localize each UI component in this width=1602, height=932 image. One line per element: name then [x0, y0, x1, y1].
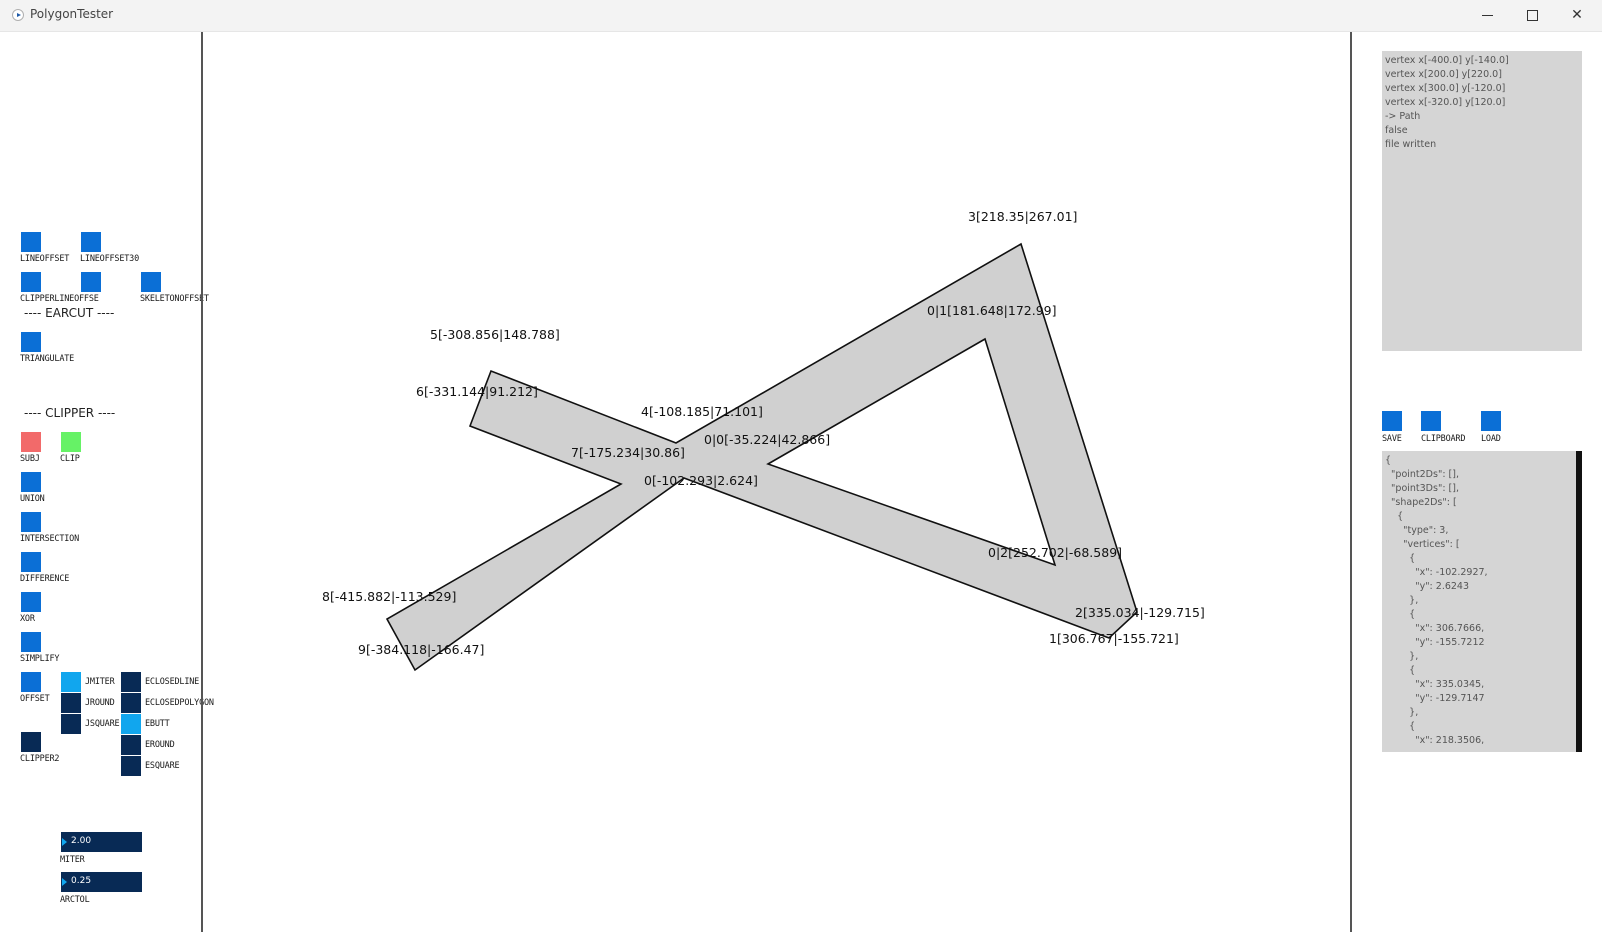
close-icon: ✕	[1571, 7, 1583, 23]
arctol-label: ARCTOL	[60, 895, 90, 905]
minimize-icon	[1481, 14, 1493, 16]
json-scrollbar[interactable]	[1576, 451, 1582, 752]
end-round-label: EROUND	[145, 740, 175, 750]
union-button[interactable]	[21, 472, 41, 492]
join-square-toggle[interactable]	[61, 714, 81, 734]
intersection-button[interactable]	[21, 512, 41, 532]
window-title: PolygonTester	[30, 7, 114, 21]
clip-label: CLIP	[60, 454, 80, 464]
xor-label: XOR	[20, 614, 35, 624]
clipper-line-offset-button[interactable]	[21, 272, 41, 292]
maximize-icon	[1526, 9, 1538, 21]
end-round-toggle[interactable]	[121, 735, 141, 755]
clipboard-button[interactable]	[1421, 411, 1441, 431]
app-icon	[12, 9, 24, 21]
vertex-label: 0|1[181.648|172.99]	[927, 303, 1057, 318]
vertex-label: 5[-308.856|148.788]	[430, 327, 560, 342]
join-miter-label: JMITER	[85, 677, 115, 687]
end-closed-line-toggle[interactable]	[121, 672, 141, 692]
join-square-label: JSQUARE	[85, 719, 120, 729]
difference-button[interactable]	[21, 552, 41, 572]
vertex-label: 3[218.35|267.01]	[968, 209, 1077, 224]
end-closed-line-label: ECLOSEDLINE	[145, 677, 200, 687]
load-label: LOAD	[1481, 434, 1501, 444]
log-line: vertex x[-320.0] y[120.0]	[1385, 97, 1506, 108]
vertex-label: 8[-415.882|-113.529]	[322, 589, 456, 604]
save-button[interactable]	[1382, 411, 1402, 431]
vertex-label: 0|2[252.702|-68.589]	[988, 545, 1122, 560]
log-line: false	[1385, 125, 1408, 136]
right-divider	[1350, 32, 1352, 932]
slider-handle-icon	[62, 878, 67, 886]
vertex-label: 9[-384.118|-166.47]	[358, 642, 484, 657]
clipper-line-offset-button-2[interactable]	[81, 272, 101, 292]
vertex-label: 0|0[-35.224|42.866]	[704, 432, 830, 447]
log-line: vertex x[300.0] y[-120.0]	[1385, 83, 1506, 94]
line-offset30-label: LINEOFFSET30	[80, 254, 140, 264]
xor-button[interactable]	[21, 592, 41, 612]
log-panel: vertex x[-400.0] y[-140.0] vertex x[200.…	[1382, 51, 1582, 351]
triangulate-button[interactable]	[21, 332, 41, 352]
clipper2-button[interactable]	[21, 732, 41, 752]
clipper-section-header: ---- CLIPPER ----	[24, 406, 116, 420]
close-button[interactable]: ✕	[1554, 0, 1600, 31]
triangulate-label: TRIANGULATE	[20, 354, 75, 364]
join-round-toggle[interactable]	[61, 693, 81, 713]
line-offset-button[interactable]	[21, 232, 41, 252]
difference-label: DIFFERENCE	[20, 574, 70, 584]
left-divider	[201, 32, 203, 932]
arctol-slider[interactable]: 0.25	[61, 872, 142, 892]
vertex-label: 2[335.034|-129.715]	[1075, 605, 1205, 620]
end-closed-polygon-toggle[interactable]	[121, 693, 141, 713]
log-line: vertex x[200.0] y[220.0]	[1385, 69, 1502, 80]
log-line: -> Path	[1385, 111, 1421, 122]
load-button[interactable]	[1481, 411, 1501, 431]
json-content: { "point2Ds": [], "point3Ds": [], "shape…	[1385, 455, 1488, 746]
end-square-label: ESQUARE	[145, 761, 180, 771]
earcut-section-header: ---- EARCUT ----	[24, 306, 115, 320]
skeleton-offset-button[interactable]	[141, 272, 161, 292]
join-round-label: JROUND	[85, 698, 115, 708]
end-butt-toggle[interactable]	[121, 714, 141, 734]
simplify-label: SIMPLIFY	[20, 654, 60, 664]
slider-handle-icon	[62, 838, 67, 846]
log-line: vertex x[-400.0] y[-140.0]	[1385, 55, 1509, 66]
line-offset30-button[interactable]	[81, 232, 101, 252]
miter-label: MITER	[60, 855, 85, 865]
clip-button[interactable]	[61, 432, 81, 452]
json-text-area[interactable]: { "point2Ds": [], "point3Ds": [], "shape…	[1382, 451, 1582, 752]
offset-label: OFFSET	[20, 694, 50, 704]
title-bar: PolygonTester ✕	[0, 0, 1602, 32]
vertex-label: 4[-108.185|71.101]	[641, 404, 763, 419]
clipper-line-offset-label: CLIPPERLINEOFFSE	[20, 294, 99, 304]
end-square-toggle[interactable]	[121, 756, 141, 776]
clipboard-label: CLIPBOARD	[1421, 434, 1466, 444]
minimize-button[interactable]	[1464, 0, 1510, 31]
subject-button[interactable]	[21, 432, 41, 452]
miter-slider-value: 2.00	[71, 836, 92, 846]
join-miter-toggle[interactable]	[61, 672, 81, 692]
vertex-label: 1[306.767|-155.721]	[1049, 631, 1179, 646]
save-label: SAVE	[1382, 434, 1402, 444]
offset-button[interactable]	[21, 672, 41, 692]
log-line: file written	[1385, 139, 1437, 150]
subject-label: SUBJ	[20, 454, 40, 464]
vertex-label: 7[-175.234|30.86]	[571, 445, 685, 460]
left-control-panel: LINEOFFSET LINEOFFSET30 CLIPPERLINEOFFSE…	[0, 32, 214, 932]
intersection-label: INTERSECTION	[20, 534, 80, 544]
end-butt-label: EBUTT	[145, 719, 170, 729]
skeleton-offset-label: SKELETONOFFSET	[140, 294, 209, 304]
clipper2-label: CLIPPER2	[20, 754, 60, 764]
simplify-button[interactable]	[21, 632, 41, 652]
miter-slider[interactable]: 2.00	[61, 832, 142, 852]
vertex-label: 0[-102.293|2.624]	[644, 473, 758, 488]
line-offset-label: LINEOFFSET	[20, 254, 70, 264]
arctol-slider-value: 0.25	[71, 876, 92, 886]
maximize-button[interactable]	[1509, 0, 1555, 31]
vertex-label: 6[-331.144|91.212]	[416, 384, 538, 399]
union-label: UNION	[20, 494, 45, 504]
drawing-canvas[interactable]: 3[218.35|267.01] 0|1[181.648|172.99] 5[-…	[204, 32, 1350, 932]
